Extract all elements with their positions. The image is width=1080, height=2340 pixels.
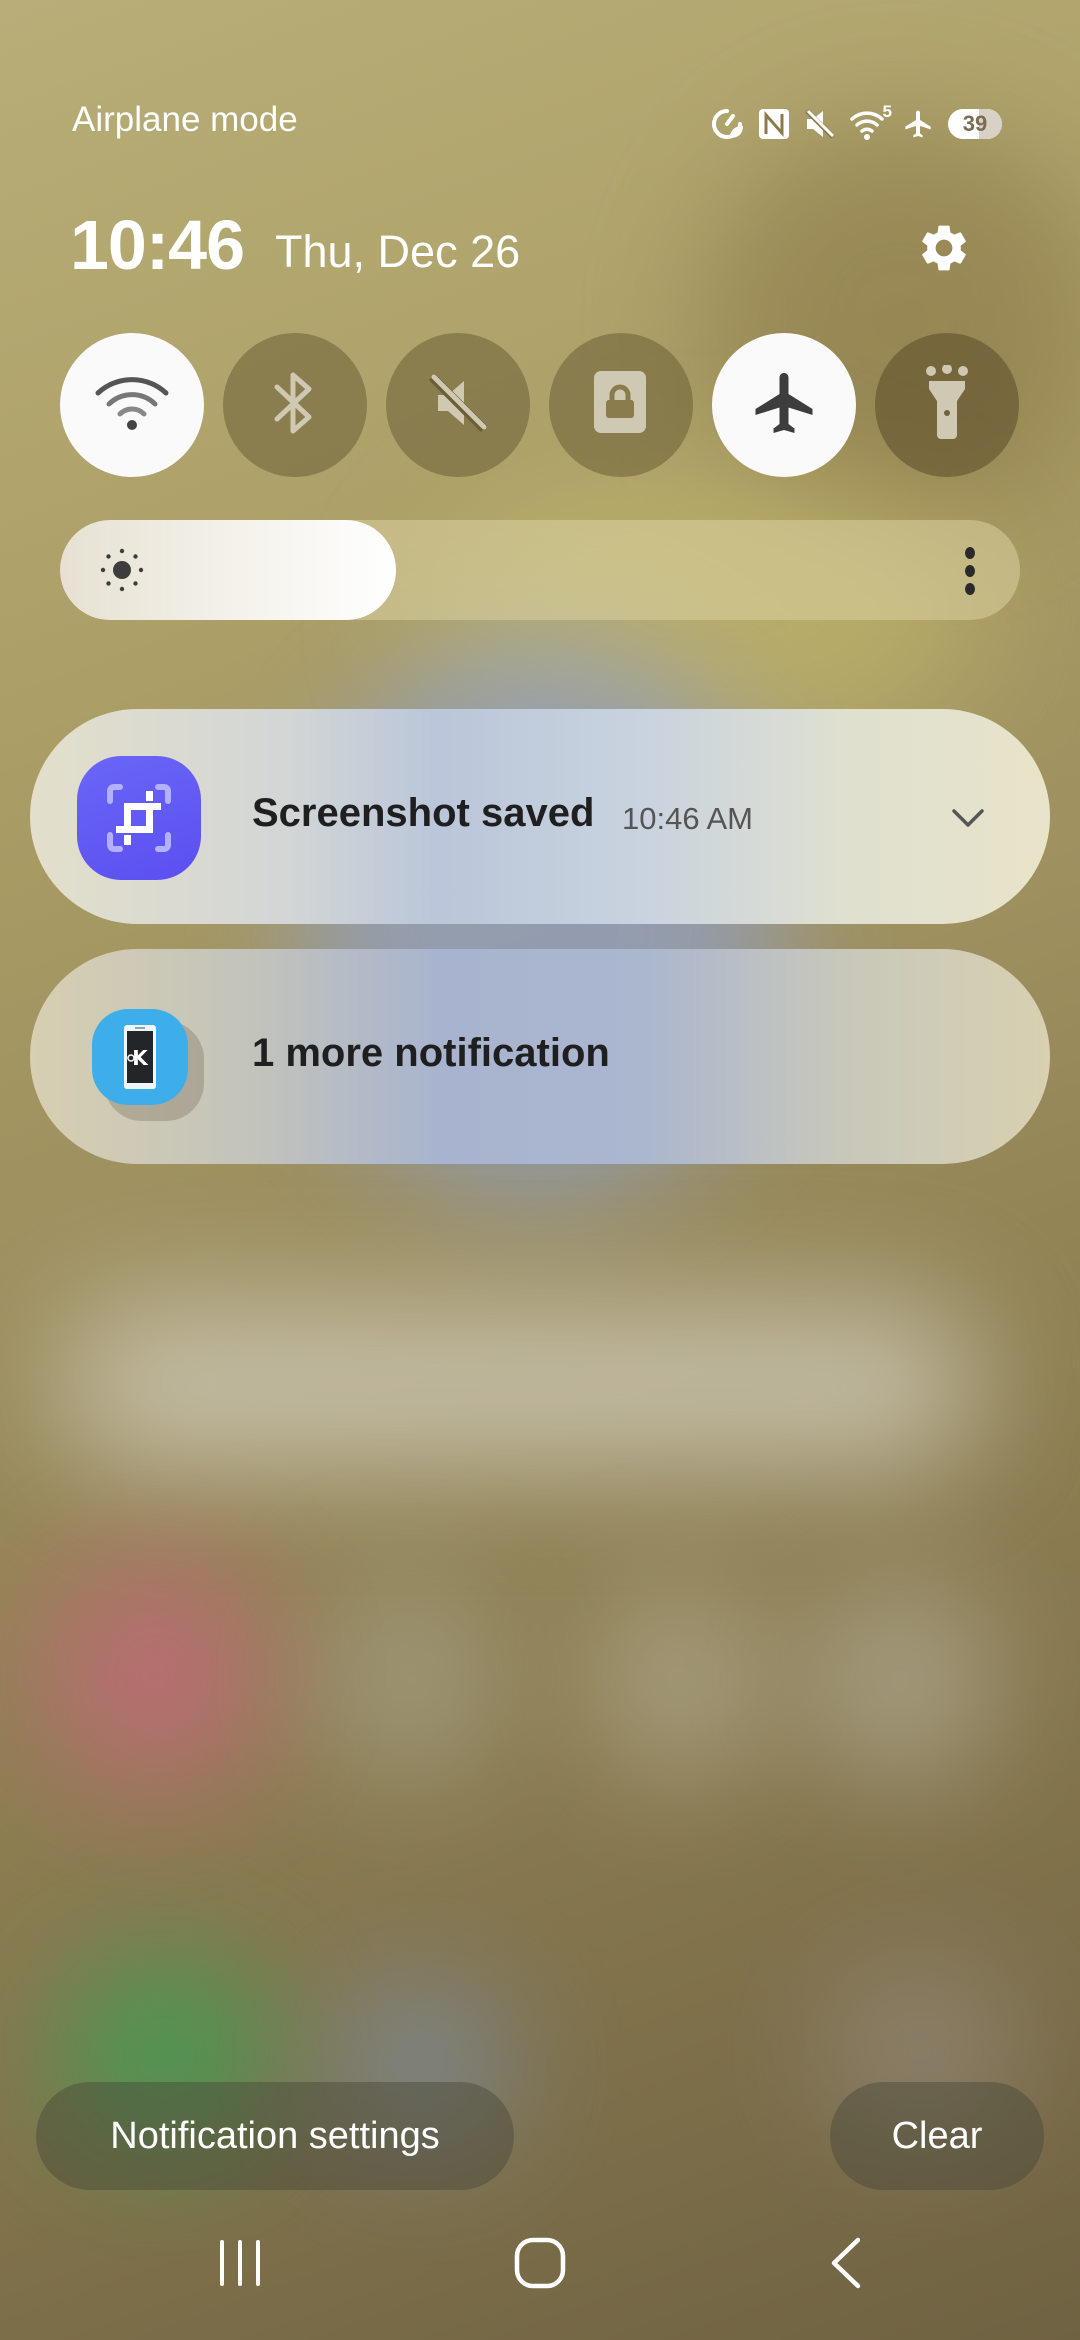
battery-level: 39 xyxy=(962,111,988,136)
home-icon[interactable] xyxy=(500,2228,580,2298)
date: Thu, Dec 26 xyxy=(275,226,521,277)
sun-icon xyxy=(100,548,144,597)
notification-screenshot-saved[interactable]: Screenshot saved 10:46 AM xyxy=(30,709,1050,924)
wifi-icon xyxy=(92,373,172,438)
clear-button[interactable]: Clear xyxy=(830,2082,1044,2190)
chevron-down-icon[interactable] xyxy=(948,803,988,833)
secure-folder-icon xyxy=(594,370,648,440)
notification-title: 1 more notification xyxy=(252,1031,610,1075)
tile-bluetooth[interactable] xyxy=(223,333,367,477)
svg-text:K: K xyxy=(132,1046,149,1070)
tile-airplane-mode[interactable] xyxy=(712,333,856,477)
screenshot-icon xyxy=(77,756,201,880)
airplane-icon xyxy=(748,367,820,444)
back-icon[interactable] xyxy=(806,2228,886,2298)
bluetooth-icon xyxy=(267,367,323,444)
kde-connect-icon: K xyxy=(92,1009,204,1121)
notification-more[interactable]: K 1 more notification xyxy=(30,949,1050,1164)
tile-secure-folder[interactable] xyxy=(549,333,693,477)
notification-title: Screenshot saved xyxy=(252,791,595,835)
recents-icon[interactable] xyxy=(200,2228,280,2298)
tile-wifi[interactable] xyxy=(60,333,204,477)
tile-flashlight[interactable] xyxy=(875,333,1019,477)
flashlight-icon xyxy=(925,363,969,446)
mute-icon xyxy=(804,108,836,140)
notification-panel: Airplane mode 5 39 10:46 Thu, Dec 26 Scr… xyxy=(0,0,1080,2340)
wifi-icon: 5 xyxy=(850,102,892,140)
airplane-icon xyxy=(902,108,934,140)
notification-time: 10:46 AM xyxy=(622,801,753,836)
status-title: Airplane mode xyxy=(72,100,298,139)
mute-icon xyxy=(426,371,490,440)
quick-settings-tiles xyxy=(60,333,1020,477)
tile-sound[interactable] xyxy=(386,333,530,477)
gear-icon[interactable] xyxy=(916,220,972,276)
power-saving-icon xyxy=(710,107,744,141)
status-icons: 5 39 xyxy=(710,102,1002,144)
notification-settings-button[interactable]: Notification settings xyxy=(36,2082,514,2190)
nfc-icon xyxy=(758,108,790,140)
battery-icon: 39 xyxy=(948,109,1002,139)
clock: 10:46 xyxy=(70,206,245,284)
brightness-slider[interactable] xyxy=(60,520,1020,620)
wifi-badge: 5 xyxy=(882,102,892,121)
more-vertical-icon[interactable] xyxy=(960,546,980,596)
